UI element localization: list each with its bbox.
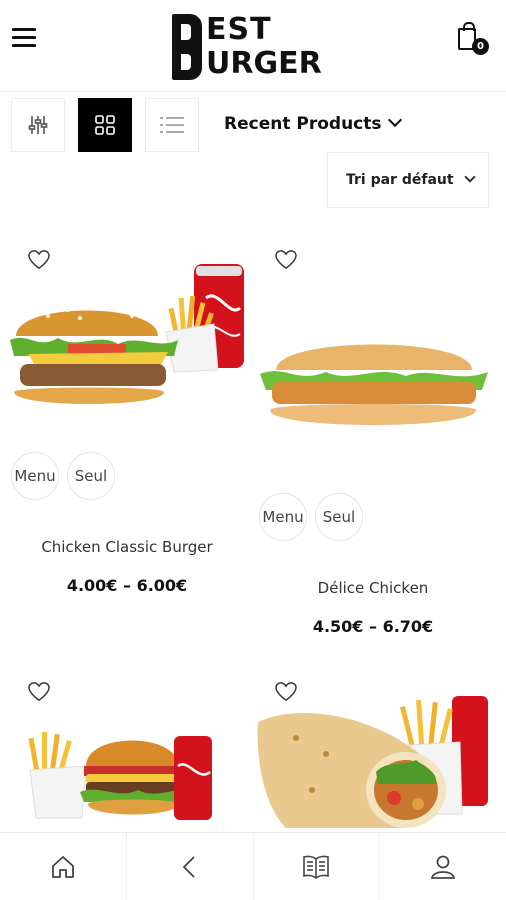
wrap-menu-image[interactable] [256,694,492,828]
chevron-down-icon [387,112,402,128]
heart-icon[interactable] [275,250,297,270]
chevron-down-icon [463,171,476,183]
bottom-navigation [0,832,506,900]
recent-products-label: Recent Products [224,114,382,134]
chevron-left-icon [182,855,195,878]
user-icon [431,855,456,879]
cart-count-badge: 0 [472,38,489,55]
grid-view-icon [95,115,115,135]
hamburger-menu-icon[interactable] [12,28,36,48]
option-seul-button[interactable]: Seul [315,493,363,541]
logo-line-1: EST [206,12,272,47]
product-price: 4.00€ – 6.00€ [66,576,188,595]
nav-account-button[interactable] [380,833,506,900]
sort-select-label: Tri par défaut [346,172,454,188]
product-name[interactable]: Délice Chicken [253,579,493,597]
nav-catalog-button[interactable] [254,833,381,900]
grid-view-button[interactable] [78,98,132,152]
recent-products-dropdown[interactable]: Recent Products [224,112,402,134]
option-menu-button[interactable]: Menu [259,493,307,541]
product-price: 4.50€ – 6.70€ [312,617,434,636]
list-view-button[interactable] [145,98,199,152]
option-seul-button[interactable]: Seul [67,452,115,500]
best-burger-logo[interactable]: EST URGER [172,12,344,82]
option-menu-button[interactable]: Menu [11,452,59,500]
list-view-icon [160,117,184,133]
logo-line-2: URGER [206,46,322,81]
product-toolbar: Recent Products [0,96,506,156]
cart-button[interactable]: 0 [458,22,492,58]
filter-button[interactable] [11,98,65,152]
nav-back-button[interactable] [127,833,254,900]
nav-home-button[interactable] [0,833,127,900]
logo-b-mark [172,14,202,80]
sort-select[interactable]: Tri par défaut [327,152,489,208]
product-name[interactable]: Chicken Classic Burger [7,538,247,556]
app-header: EST URGER 0 [0,0,506,92]
heart-icon[interactable] [28,682,50,702]
filter-sliders-icon [28,116,48,134]
burger-menu-image[interactable] [28,726,218,826]
delice-chicken-image[interactable] [260,344,488,426]
home-icon [51,855,74,878]
book-icon [303,855,330,879]
chicken-classic-burger-image[interactable] [8,258,248,428]
